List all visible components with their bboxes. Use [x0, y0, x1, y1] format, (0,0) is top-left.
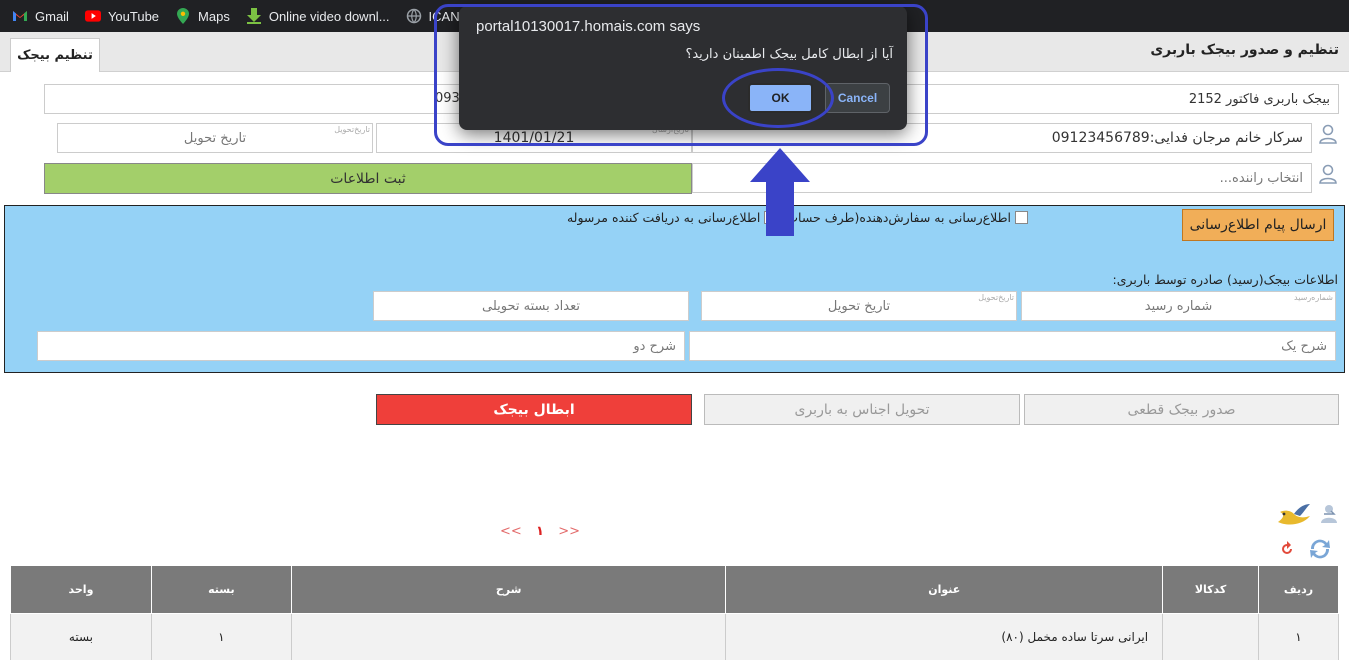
delivery-date-field[interactable]: تاریخ‌تحویل تاریخ تحویل: [57, 123, 373, 153]
invoice-value: بیجک باربری فاکتور 2152: [1188, 91, 1330, 107]
pager-next[interactable]: >>: [558, 524, 580, 539]
description-two-field[interactable]: شرح دو: [37, 331, 685, 361]
submit-info-button[interactable]: ثبت اطلاعات: [44, 163, 692, 194]
cell-package: ۱: [150, 613, 292, 660]
header-product-code: کدکالا: [1162, 565, 1260, 614]
driver-select[interactable]: انتخاب راننده...: [692, 163, 1312, 193]
customer-value: سرکار خانم مرجان فدایی:09123456789: [1051, 130, 1303, 146]
bookmark-maps[interactable]: Maps: [175, 8, 230, 24]
user-icon: [1319, 124, 1337, 144]
header-description: شرح: [290, 565, 727, 614]
cancel-bijak-button[interactable]: ابطال بیجک: [376, 394, 692, 425]
header-unit: واحد: [10, 565, 152, 614]
receipt-section-label: اطلاعات بیجک(رسید) صادره توسط باربری:: [1112, 272, 1338, 287]
header-row-number: ردیف: [1258, 565, 1339, 614]
bookmark-gmail[interactable]: Gmail: [12, 8, 69, 24]
refresh-icon[interactable]: [1305, 536, 1335, 562]
notify-checkboxes: اطلاع‌رسانی به سفارش‌دهنده(طرف حساب) اطل…: [567, 210, 1028, 225]
pager-prev[interactable]: <<: [500, 524, 522, 539]
download-icon: [246, 8, 262, 24]
table-row[interactable]: ۱ ایرانی سرتا ساده مخمل (۸۰) ۱ بسته: [10, 613, 1339, 660]
cell-product-code: [1162, 613, 1260, 660]
bookmark-video-download[interactable]: Online video downl...: [246, 8, 390, 24]
table-header-row: ردیف کدکالا عنوان شرح بسته واحد: [10, 565, 1339, 614]
invoice-left-partial: 093: [435, 91, 460, 106]
deliver-to-carrier-button[interactable]: تحویل اجناس به باربری: [704, 394, 1020, 425]
send-notification-button[interactable]: ارسال پیام اطلاع‌رسانی: [1182, 209, 1334, 241]
receipt-number-hint: شماره‌رسید: [1294, 293, 1333, 302]
maps-icon: [175, 8, 191, 24]
checkbox-receiver-label: اطلاع‌رسانی به دریافت کننده مرسوله: [566, 210, 761, 225]
confirm-dialog: portal10130017.homais.com says آیا از اب…: [459, 6, 907, 130]
receipt-number-field[interactable]: شماره‌رسید شماره رسید: [1021, 291, 1336, 321]
gmail-icon: [12, 8, 28, 24]
bird-icon[interactable]: [1276, 500, 1316, 530]
receipt-delivery-date-hint: تاریخ‌تحویل: [978, 293, 1014, 302]
dialog-cancel-button[interactable]: Cancel: [825, 83, 890, 113]
pager: << ۱ >>: [500, 524, 580, 539]
header-package: بسته: [150, 565, 292, 614]
tab-bijak-settings[interactable]: تنظیم بیجک: [10, 38, 100, 72]
pager-current[interactable]: ۱: [536, 524, 544, 539]
cell-description: [290, 613, 727, 660]
youtube-icon: [84, 8, 101, 24]
delivery-date-hint: تاریخ‌تحویل: [334, 125, 370, 134]
user-swap-icon[interactable]: [1318, 503, 1340, 525]
description-one-field[interactable]: شرح یک: [689, 331, 1336, 361]
page-title: تنظیم و صدور بیجک باربری: [1150, 42, 1339, 58]
package-count-field[interactable]: تعداد بسته تحویلی: [373, 291, 689, 321]
header-title: عنوان: [725, 565, 1164, 614]
send-date-value: 1401/01/21: [493, 130, 575, 146]
cell-row-number: ۱: [1258, 613, 1339, 660]
checkbox-orderer[interactable]: [1015, 211, 1028, 224]
items-table: ردیف کدکالا عنوان شرح بسته واحد ۱ ایرانی…: [10, 565, 1339, 660]
dialog-title: portal10130017.homais.com says: [476, 18, 701, 35]
notification-panel: ارسال پیام اطلاع‌رسانی اطلاع‌رسانی به سف…: [4, 205, 1345, 373]
checkbox-receiver[interactable]: [764, 211, 778, 224]
cell-unit: بسته: [10, 613, 152, 660]
driver-user-icon: [1319, 164, 1337, 184]
final-issue-button[interactable]: صدور بیجک قطعی: [1024, 394, 1339, 425]
dialog-message: آیا از ابطال کامل بیجک اطمینان دارید؟: [685, 47, 893, 62]
bookmark-youtube[interactable]: YouTube: [84, 8, 159, 24]
dialog-ok-button[interactable]: OK: [748, 83, 813, 113]
undo-icon[interactable]: [1278, 540, 1296, 558]
icann-icon: [406, 8, 422, 24]
cell-title: ایرانی سرتا ساده مخمل (۸۰): [725, 613, 1164, 660]
receipt-delivery-date-field[interactable]: تاریخ‌تحویل تاریخ تحویل: [701, 291, 1017, 321]
checkbox-orderer-label: اطلاع‌رسانی به سفارش‌دهنده(طرف حساب): [781, 210, 1011, 225]
